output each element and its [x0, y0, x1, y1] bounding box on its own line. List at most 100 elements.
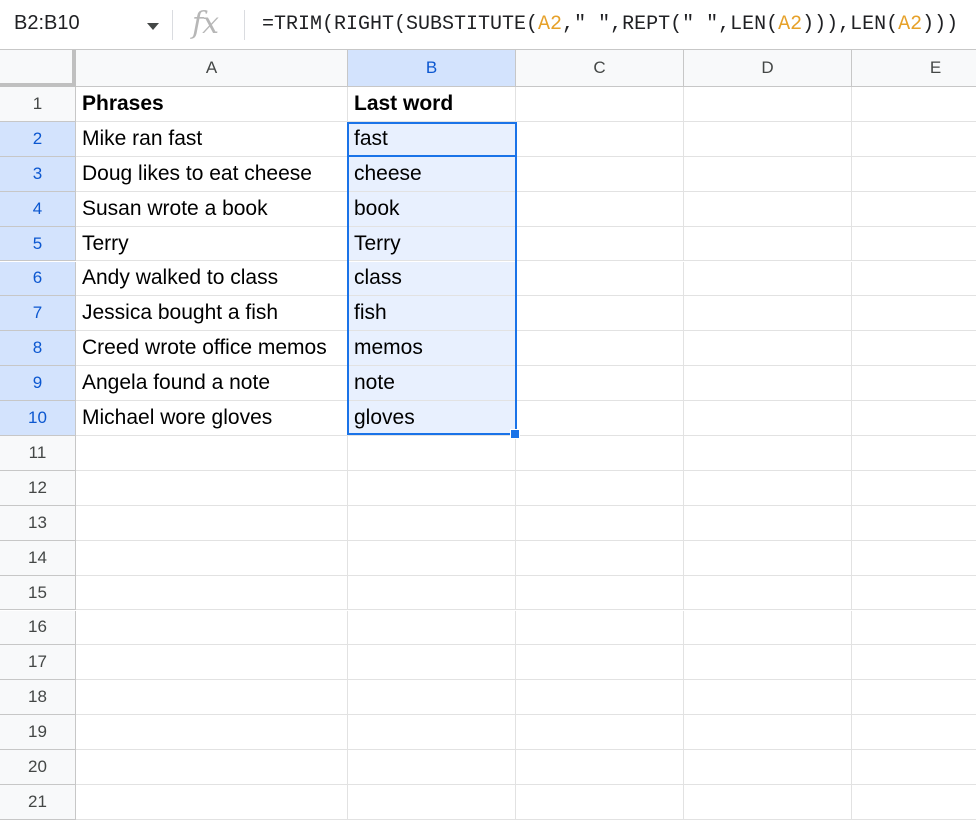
cell-d12[interactable]	[684, 470, 852, 506]
name-box[interactable]: B2:B10	[0, 0, 172, 50]
cell-c1[interactable]	[516, 87, 684, 122]
cell-c12[interactable]	[516, 470, 684, 506]
cell-d17[interactable]	[684, 645, 852, 681]
row-header-15[interactable]: 15	[0, 575, 76, 611]
row-header-21[interactable]: 21	[0, 785, 76, 820]
cell-a16[interactable]	[76, 610, 348, 646]
row-header-3[interactable]: 3	[0, 156, 76, 192]
cell-a6[interactable]: Andy walked to class	[76, 261, 348, 297]
cell-c6[interactable]	[516, 261, 684, 297]
cell-c20[interactable]	[516, 750, 684, 785]
select-all-corner[interactable]	[0, 50, 76, 87]
cell-a2[interactable]: Mike ran fast	[76, 121, 348, 157]
cell-d7[interactable]	[684, 296, 852, 332]
cell-c5[interactable]	[516, 226, 684, 262]
row-header-20[interactable]: 20	[0, 750, 76, 785]
cell-c15[interactable]	[516, 575, 684, 611]
cell-e11[interactable]	[852, 436, 976, 471]
name-box-value[interactable]: B2:B10	[14, 12, 80, 35]
cell-c9[interactable]	[516, 366, 684, 402]
cell-a17[interactable]	[76, 645, 348, 681]
cell-e15[interactable]	[852, 576, 976, 611]
cell-d4[interactable]	[684, 191, 852, 227]
cell-c21[interactable]	[516, 785, 684, 820]
row-header-6[interactable]: 6	[0, 261, 76, 297]
cell-c13[interactable]	[516, 505, 684, 541]
cell-d2[interactable]	[684, 121, 852, 157]
row-header-11[interactable]: 11	[0, 436, 76, 471]
cell-a3[interactable]: Doug likes to eat cheese	[76, 156, 348, 192]
cell-c2[interactable]	[516, 121, 684, 157]
cell-b15[interactable]	[348, 575, 516, 611]
cell-d14[interactable]	[684, 540, 852, 576]
column-header-e[interactable]: E	[852, 50, 976, 87]
cell-c19[interactable]	[516, 715, 684, 751]
row-header-17[interactable]: 17	[0, 645, 76, 681]
cell-a13[interactable]	[76, 505, 348, 541]
cell-b2[interactable]: fast	[348, 121, 516, 157]
cell-b13[interactable]	[348, 505, 516, 541]
row-header-16[interactable]: 16	[0, 610, 76, 646]
cell-a12[interactable]	[76, 470, 348, 506]
row-header-8[interactable]: 8	[0, 331, 76, 367]
cell-a7[interactable]: Jessica bought a fish	[76, 296, 348, 332]
row-header-2[interactable]: 2	[0, 121, 76, 157]
cell-c14[interactable]	[516, 540, 684, 576]
cell-e6[interactable]	[852, 262, 976, 297]
cell-c10[interactable]	[516, 401, 684, 436]
cell-e5[interactable]	[852, 227, 976, 262]
cell-e9[interactable]	[852, 366, 976, 402]
cell-d3[interactable]	[684, 156, 852, 192]
cell-b14[interactable]	[348, 540, 516, 576]
cell-b3[interactable]: cheese	[348, 156, 516, 192]
cell-e17[interactable]	[852, 645, 976, 681]
cell-e10[interactable]	[852, 401, 976, 436]
column-header-d[interactable]: D	[684, 50, 852, 87]
cell-b12[interactable]	[348, 470, 516, 506]
row-header-1[interactable]: 1	[0, 87, 76, 122]
cell-e20[interactable]	[852, 750, 976, 785]
cell-a8[interactable]: Creed wrote office memos	[76, 331, 348, 367]
fill-handle[interactable]	[510, 429, 520, 439]
cell-e1[interactable]	[852, 87, 976, 122]
row-header-14[interactable]: 14	[0, 540, 76, 576]
row-header-19[interactable]: 19	[0, 715, 76, 751]
cell-a18[interactable]	[76, 680, 348, 716]
cell-b9[interactable]: note	[348, 366, 516, 402]
cell-a9[interactable]: Angela found a note	[76, 366, 348, 402]
cell-b21[interactable]	[348, 785, 516, 820]
cell-b5[interactable]: Terry	[348, 226, 516, 262]
row-header-10[interactable]: 10	[0, 401, 76, 436]
cell-e8[interactable]	[852, 331, 976, 367]
cell-c8[interactable]	[516, 331, 684, 367]
cell-e2[interactable]	[852, 122, 976, 157]
cell-b1[interactable]: Last word	[348, 87, 516, 122]
cell-c17[interactable]	[516, 645, 684, 681]
cell-c7[interactable]	[516, 296, 684, 332]
cell-a19[interactable]	[76, 715, 348, 751]
cell-d6[interactable]	[684, 261, 852, 297]
cell-d21[interactable]	[684, 785, 852, 820]
cell-d1[interactable]	[684, 87, 852, 122]
column-header-b[interactable]: B	[348, 50, 516, 87]
cell-d9[interactable]	[684, 366, 852, 402]
cell-c16[interactable]	[516, 610, 684, 646]
cell-b17[interactable]	[348, 645, 516, 681]
cell-d20[interactable]	[684, 750, 852, 785]
cell-a5[interactable]: Terry	[76, 226, 348, 262]
cell-c3[interactable]	[516, 156, 684, 192]
cell-e16[interactable]	[852, 611, 976, 646]
cell-a21[interactable]	[76, 785, 348, 820]
cell-a11[interactable]	[76, 436, 348, 471]
column-header-a[interactable]: A	[76, 50, 348, 87]
cell-d10[interactable]	[684, 401, 852, 436]
column-header-c[interactable]: C	[516, 50, 684, 87]
cell-d16[interactable]	[684, 610, 852, 646]
cell-e13[interactable]	[852, 506, 976, 541]
row-header-13[interactable]: 13	[0, 505, 76, 541]
cell-d19[interactable]	[684, 715, 852, 751]
cell-d18[interactable]	[684, 680, 852, 716]
row-header-12[interactable]: 12	[0, 470, 76, 506]
cell-b4[interactable]: book	[348, 191, 516, 227]
cell-d5[interactable]	[684, 226, 852, 262]
